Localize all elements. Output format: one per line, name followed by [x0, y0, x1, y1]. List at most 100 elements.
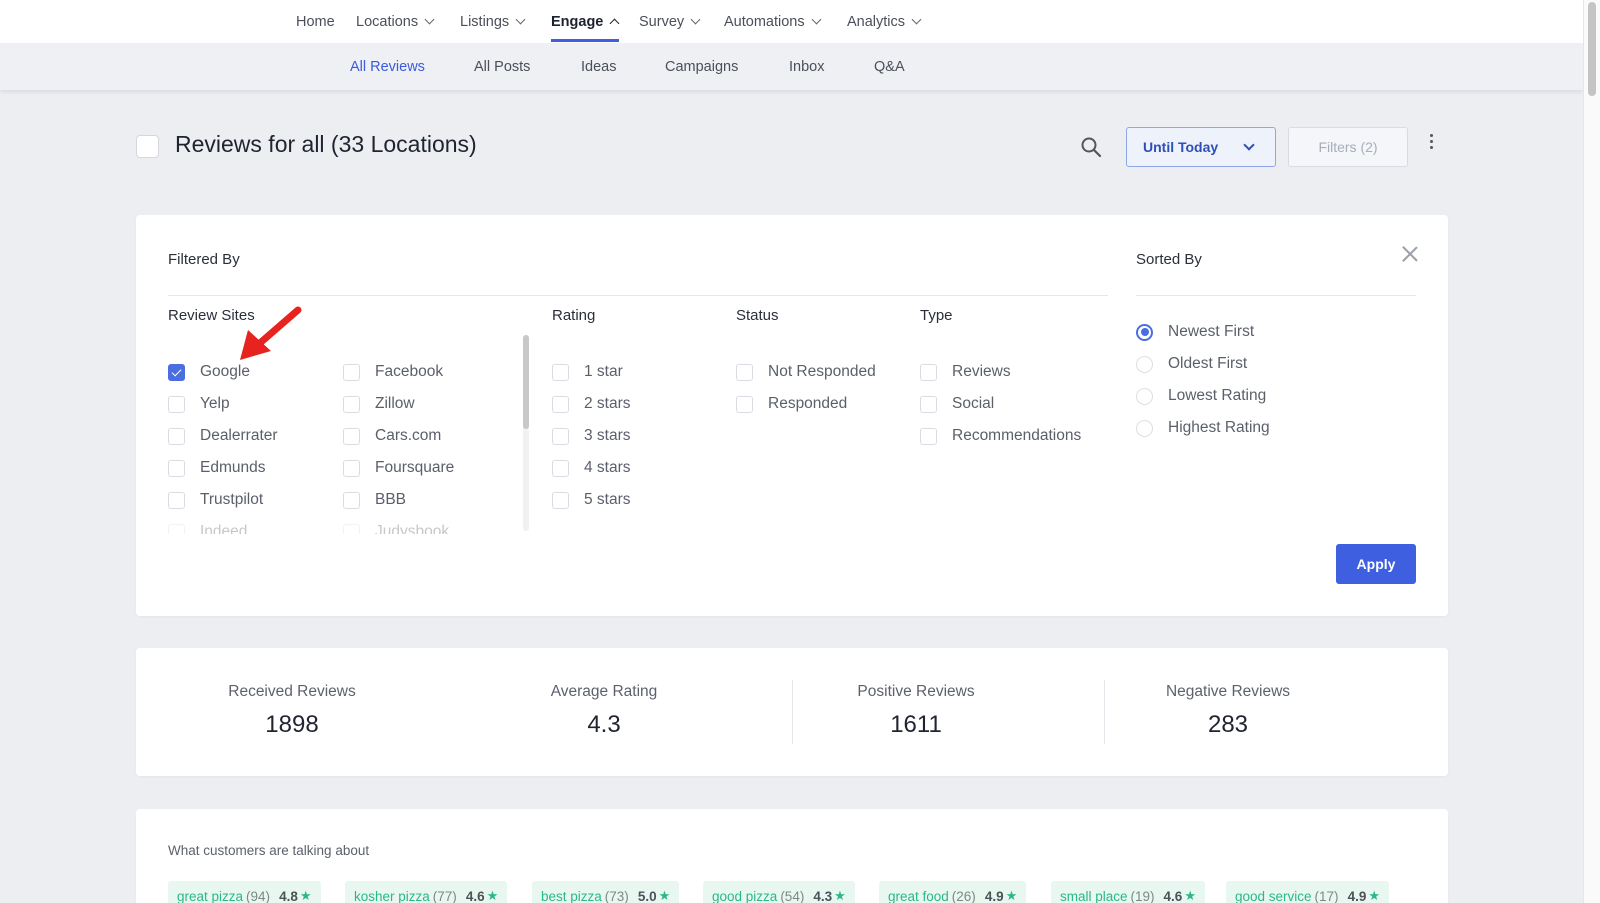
checkbox-dealerrater[interactable]	[168, 427, 185, 445]
checkbox-zillow[interactable]	[343, 395, 360, 413]
rating-label: Rating	[552, 307, 596, 324]
tab-qa[interactable]: Q&A	[874, 43, 905, 91]
keyword-tag[interactable]: kosher pizza (77) 4.6 ★	[345, 881, 508, 903]
site-option-zillow[interactable]: Zillow	[343, 393, 415, 415]
site-option-judysbook[interactable]: Judysbook	[343, 521, 449, 534]
filters-button[interactable]: Filters (2)	[1288, 127, 1408, 167]
page-scrollbar[interactable]	[1583, 0, 1600, 903]
site-label: Trustpilot	[200, 491, 264, 508]
sorted-by-label: Sorted By	[1136, 251, 1202, 268]
sort-option-newest[interactable]: Newest First	[1136, 321, 1254, 343]
radio-lowest[interactable]	[1136, 387, 1153, 405]
site-label: Cars.com	[375, 427, 442, 444]
nav-engage[interactable]: Engage	[551, 0, 620, 43]
checkbox-judysbook[interactable]	[343, 523, 360, 534]
nav-analytics[interactable]: Analytics	[847, 0, 922, 43]
nav-survey[interactable]: Survey	[639, 0, 701, 43]
stat-negative-reviews: Negative Reviews 283	[1072, 648, 1384, 776]
checkbox-trustpilot[interactable]	[168, 491, 185, 509]
tab-inbox[interactable]: Inbox	[789, 43, 824, 91]
tag-rating: 4.6	[1163, 888, 1183, 903]
nav-automations[interactable]: Automations	[724, 0, 822, 43]
nav-listings[interactable]: Listings	[460, 0, 526, 43]
checkbox-indeed[interactable]	[168, 523, 185, 534]
checkbox-rating-3[interactable]	[552, 427, 569, 445]
annotation-arrow	[240, 306, 302, 360]
chevron-down-icon	[1243, 139, 1255, 151]
site-option-foursquare[interactable]: Foursquare	[343, 457, 454, 479]
site-option-dealerrater[interactable]: Dealerrater	[168, 425, 278, 447]
site-option-bbb[interactable]: BBB	[343, 489, 406, 511]
type-option-recommendations[interactable]: Recommendations	[920, 425, 1081, 447]
tab-all-reviews[interactable]: All Reviews	[350, 43, 425, 91]
review-sites-scrollbar[interactable]	[523, 335, 529, 531]
apply-button[interactable]: Apply	[1336, 544, 1416, 584]
tag-count: (73)	[604, 888, 629, 903]
checkbox-rating-4[interactable]	[552, 459, 569, 477]
site-option-cars[interactable]: Cars.com	[343, 425, 441, 447]
radio-highest[interactable]	[1136, 419, 1153, 437]
rating-option-2[interactable]: 2 stars	[552, 393, 631, 415]
sub-nav: All Reviews All Posts Ideas Campaigns In…	[0, 43, 1583, 91]
type-option-reviews[interactable]: Reviews	[920, 361, 1011, 383]
sort-option-lowest[interactable]: Lowest Rating	[1136, 385, 1266, 407]
checkbox-rating-1[interactable]	[552, 363, 569, 381]
site-option-edmunds[interactable]: Edmunds	[168, 457, 265, 479]
keyword-tag[interactable]: good service (17) 4.9 ★	[1226, 881, 1389, 903]
nav-home[interactable]: Home	[296, 0, 335, 43]
tag-count: (17)	[1314, 888, 1339, 903]
checkbox-rating-5[interactable]	[552, 491, 569, 509]
rating-option-1[interactable]: 1 star	[552, 361, 623, 383]
sort-option-oldest[interactable]: Oldest First	[1136, 353, 1247, 375]
nav-automations-label: Automations	[724, 13, 805, 30]
select-all-checkbox[interactable]	[136, 135, 159, 158]
rating-option-3[interactable]: 3 stars	[552, 425, 631, 447]
tag-term: great pizza	[177, 888, 244, 903]
checkbox-cars[interactable]	[343, 427, 360, 445]
tab-ideas[interactable]: Ideas	[581, 43, 616, 91]
site-option-trustpilot[interactable]: Trustpilot	[168, 489, 263, 511]
checkbox-bbb[interactable]	[343, 491, 360, 509]
tag-term: good service	[1235, 888, 1312, 903]
keyword-tag[interactable]: great pizza (94) 4.8 ★	[168, 881, 321, 903]
search-icon[interactable]	[1080, 136, 1102, 158]
tag-term: kosher pizza	[354, 888, 430, 903]
tab-all-posts[interactable]: All Posts	[474, 43, 530, 91]
site-option-yelp[interactable]: Yelp	[168, 393, 230, 415]
site-option-facebook[interactable]: Facebook	[343, 361, 443, 383]
checkbox-responded[interactable]	[736, 395, 753, 413]
checkbox-type-social[interactable]	[920, 395, 937, 413]
site-option-indeed[interactable]: Indeed	[168, 521, 247, 534]
tag-count: (26)	[951, 888, 976, 903]
review-sites-scrollbar-thumb[interactable]	[523, 335, 529, 429]
radio-oldest[interactable]	[1136, 355, 1153, 373]
keyword-tag[interactable]: good pizza (54) 4.3 ★	[703, 881, 855, 903]
radio-newest[interactable]	[1136, 323, 1153, 341]
checkbox-google[interactable]	[168, 363, 185, 381]
checkbox-yelp[interactable]	[168, 395, 185, 413]
close-icon[interactable]	[1401, 245, 1419, 263]
status-option-responded[interactable]: Responded	[736, 393, 847, 415]
rating-option-5[interactable]: 5 stars	[552, 489, 631, 511]
status-option-not-responded[interactable]: Not Responded	[736, 361, 876, 383]
checkbox-not-responded[interactable]	[736, 363, 753, 381]
nav-locations[interactable]: Locations	[356, 0, 435, 43]
rating-option-4[interactable]: 4 stars	[552, 457, 631, 479]
keyword-tag[interactable]: great food (26) 4.9 ★	[879, 881, 1027, 903]
page-scrollbar-thumb[interactable]	[1588, 2, 1596, 96]
date-range-dropdown[interactable]: Until Today	[1126, 127, 1276, 167]
type-option-social[interactable]: Social	[920, 393, 994, 415]
checkbox-edmunds[interactable]	[168, 459, 185, 477]
checkbox-facebook[interactable]	[343, 363, 360, 381]
tag-rating: 4.3	[813, 888, 833, 903]
keyword-tag[interactable]: best pizza (73) 5.0 ★	[532, 881, 680, 903]
star-icon: ★	[1368, 888, 1380, 903]
sort-option-highest[interactable]: Highest Rating	[1136, 417, 1270, 439]
checkbox-type-reviews[interactable]	[920, 363, 937, 381]
checkbox-foursquare[interactable]	[343, 459, 360, 477]
checkbox-type-recommendations[interactable]	[920, 427, 937, 445]
kebab-menu-icon[interactable]	[1426, 134, 1436, 154]
checkbox-rating-2[interactable]	[552, 395, 569, 413]
tab-campaigns[interactable]: Campaigns	[665, 43, 738, 91]
keyword-tag[interactable]: small place (19) 4.6 ★	[1051, 881, 1205, 903]
